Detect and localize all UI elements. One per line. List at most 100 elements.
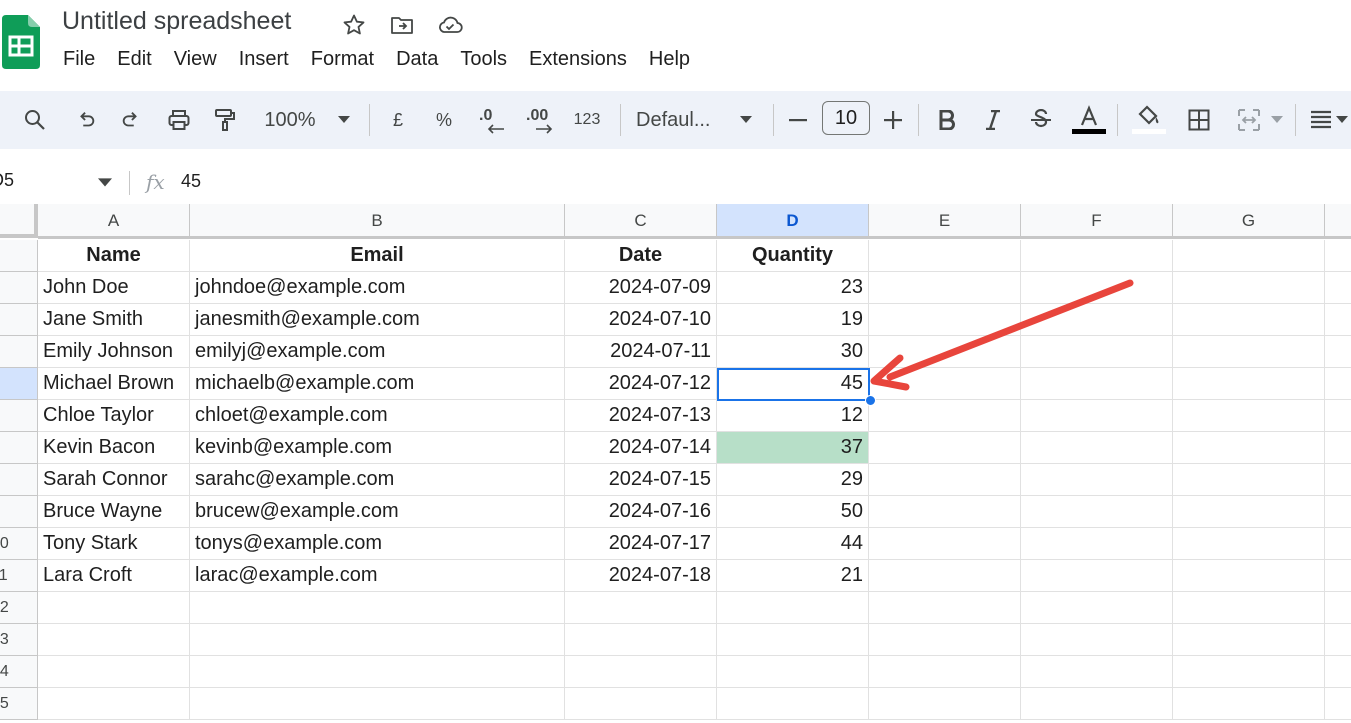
- empty-cell[interactable]: [1325, 368, 1351, 400]
- empty-cell[interactable]: [869, 400, 1021, 432]
- cell-quantity[interactable]: 37: [717, 432, 869, 464]
- empty-cell[interactable]: [38, 688, 190, 720]
- star-icon[interactable]: [341, 12, 367, 38]
- empty-cell[interactable]: [565, 656, 717, 688]
- empty-cell[interactable]: [1021, 432, 1173, 464]
- cell-email[interactable]: tonys@example.com: [190, 528, 565, 560]
- empty-cell[interactable]: [1325, 240, 1351, 272]
- empty-cell[interactable]: [1325, 400, 1351, 432]
- format-percent-button[interactable]: %: [432, 91, 456, 149]
- empty-cell[interactable]: [1021, 624, 1173, 656]
- empty-cell[interactable]: [190, 656, 565, 688]
- column-header-e[interactable]: E: [869, 204, 1021, 238]
- cell-email[interactable]: larac@example.com: [190, 560, 565, 592]
- cell-name[interactable]: Bruce Wayne: [38, 496, 190, 528]
- cell-quantity[interactable]: 44: [717, 528, 869, 560]
- cell-date[interactable]: 2024-07-16: [565, 496, 717, 528]
- empty-cell[interactable]: [869, 656, 1021, 688]
- empty-cell[interactable]: [1173, 560, 1325, 592]
- empty-cell[interactable]: [869, 688, 1021, 720]
- cell-name[interactable]: Lara Croft: [38, 560, 190, 592]
- menu-extensions[interactable]: Extensions: [518, 46, 638, 73]
- empty-cell[interactable]: [1173, 528, 1325, 560]
- cell-quantity[interactable]: 12: [717, 400, 869, 432]
- zoom-chevron-down-icon[interactable]: [334, 91, 354, 149]
- empty-cell[interactable]: [1173, 368, 1325, 400]
- empty-cell[interactable]: [1021, 592, 1173, 624]
- name-box-chevron-down-icon[interactable]: [98, 178, 112, 188]
- cell-date[interactable]: 2024-07-09: [565, 272, 717, 304]
- empty-cell[interactable]: [1173, 624, 1325, 656]
- column-header-b[interactable]: B: [190, 204, 565, 238]
- column-header-a[interactable]: A: [38, 204, 190, 238]
- menu-help[interactable]: Help: [638, 46, 701, 73]
- row-header[interactable]: 8: [0, 464, 38, 496]
- header-cell-name[interactable]: Name: [38, 240, 190, 272]
- cell-date[interactable]: 2024-07-13: [565, 400, 717, 432]
- cell-name[interactable]: Jane Smith: [38, 304, 190, 336]
- empty-cell[interactable]: [1325, 464, 1351, 496]
- undo-icon[interactable]: [72, 91, 100, 149]
- empty-cell[interactable]: [1325, 336, 1351, 368]
- bold-icon[interactable]: [934, 91, 960, 149]
- cell-date[interactable]: 2024-07-14: [565, 432, 717, 464]
- cell-name[interactable]: Michael Brown: [38, 368, 190, 400]
- empty-cell[interactable]: [1021, 656, 1173, 688]
- cell-name[interactable]: John Doe: [38, 272, 190, 304]
- empty-cell[interactable]: [869, 464, 1021, 496]
- empty-cell[interactable]: [190, 592, 565, 624]
- row-header[interactable]: 10: [0, 528, 38, 560]
- select-all-corner[interactable]: [0, 204, 38, 238]
- empty-cell[interactable]: [1021, 560, 1173, 592]
- empty-cell[interactable]: [1325, 432, 1351, 464]
- cell-date[interactable]: 2024-07-17: [565, 528, 717, 560]
- empty-cell[interactable]: [1173, 272, 1325, 304]
- empty-cell[interactable]: [869, 496, 1021, 528]
- menu-edit[interactable]: Edit: [106, 46, 162, 73]
- cell-email[interactable]: emilyj@example.com: [190, 336, 565, 368]
- cell-name[interactable]: Sarah Connor: [38, 464, 190, 496]
- empty-cell[interactable]: [565, 624, 717, 656]
- empty-cell[interactable]: [1021, 240, 1173, 272]
- decrease-font-size-icon[interactable]: [786, 91, 810, 149]
- empty-cell[interactable]: [190, 688, 565, 720]
- row-header[interactable]: 4: [0, 336, 38, 368]
- strikethrough-icon[interactable]: [1027, 91, 1055, 149]
- cell-date[interactable]: 2024-07-11: [565, 336, 717, 368]
- column-header-h[interactable]: [1325, 204, 1351, 238]
- row-header[interactable]: 11: [0, 560, 38, 592]
- font-family-select[interactable]: Defaul...: [636, 91, 724, 149]
- horizontal-align-icon[interactable]: [1306, 91, 1336, 149]
- column-header-f[interactable]: F: [1021, 204, 1173, 238]
- empty-cell[interactable]: [38, 624, 190, 656]
- empty-cell[interactable]: [38, 656, 190, 688]
- text-color-icon[interactable]: [1071, 91, 1107, 149]
- empty-cell[interactable]: [565, 592, 717, 624]
- empty-cell[interactable]: [869, 592, 1021, 624]
- empty-cell[interactable]: [1173, 496, 1325, 528]
- empty-cell[interactable]: [565, 688, 717, 720]
- empty-cell[interactable]: [1325, 528, 1351, 560]
- cell-name[interactable]: Emily Johnson: [38, 336, 190, 368]
- cell-date[interactable]: 2024-07-15: [565, 464, 717, 496]
- empty-cell[interactable]: [1173, 400, 1325, 432]
- row-header[interactable]: 12: [0, 592, 38, 624]
- header-cell-email[interactable]: Email: [190, 240, 565, 272]
- cell-email[interactable]: janesmith@example.com: [190, 304, 565, 336]
- column-header-g[interactable]: G: [1173, 204, 1325, 238]
- empty-cell[interactable]: [869, 432, 1021, 464]
- empty-cell[interactable]: [869, 560, 1021, 592]
- italic-icon[interactable]: [980, 91, 1006, 149]
- cell-quantity[interactable]: 21: [717, 560, 869, 592]
- empty-cell[interactable]: [1173, 592, 1325, 624]
- empty-cell[interactable]: [717, 688, 869, 720]
- empty-cell[interactable]: [717, 656, 869, 688]
- cell-date[interactable]: 2024-07-10: [565, 304, 717, 336]
- font-chevron-down-icon[interactable]: [736, 91, 756, 149]
- print-icon[interactable]: [164, 91, 194, 149]
- cell-email[interactable]: chloet@example.com: [190, 400, 565, 432]
- empty-cell[interactable]: [1325, 656, 1351, 688]
- empty-cell[interactable]: [1325, 592, 1351, 624]
- empty-cell[interactable]: [1173, 432, 1325, 464]
- cell-email[interactable]: sarahc@example.com: [190, 464, 565, 496]
